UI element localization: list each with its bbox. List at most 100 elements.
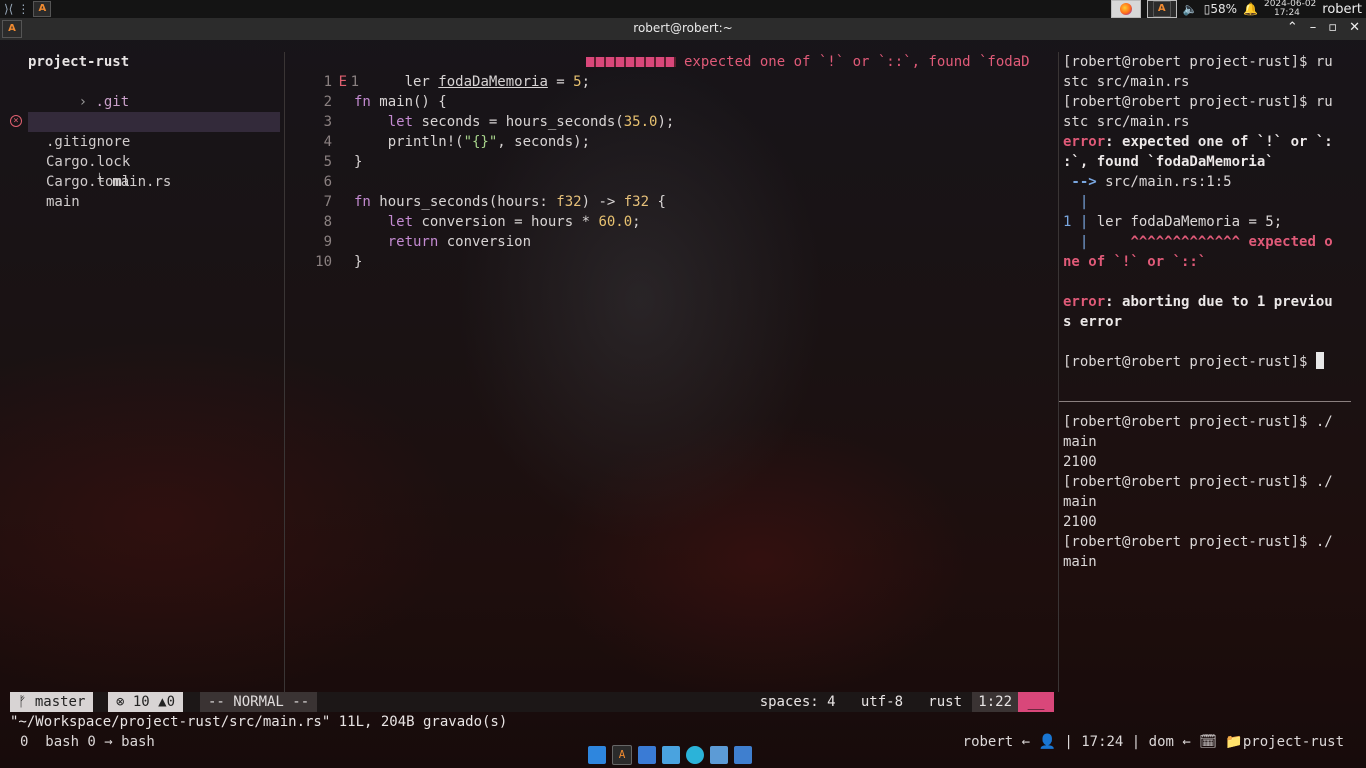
error-count: 10 bbox=[132, 694, 150, 710]
line-number: 3 bbox=[323, 114, 332, 130]
tmux-window-list[interactable]: 0 bash 0 → bash bbox=[20, 732, 155, 752]
desktop-icon[interactable] bbox=[588, 746, 606, 764]
split-divider[interactable] bbox=[1058, 52, 1059, 692]
code-line: 1 bbox=[288, 72, 1056, 92]
code-token: ; bbox=[632, 214, 641, 230]
file-info: spaces: 4 utf-8 rust bbox=[759, 694, 962, 710]
tree-item-label: Cargo.lock bbox=[46, 154, 131, 170]
code-token: seconds = hours_seconds( bbox=[413, 114, 624, 130]
terminal-line: :`, found `fodaDaMemoria` bbox=[1063, 154, 1274, 170]
user-name[interactable]: robert bbox=[1322, 2, 1362, 17]
code-token: "{}" bbox=[463, 134, 498, 150]
terminal-text: ^^^^^^^^^^^^^ expected o bbox=[1088, 234, 1333, 250]
line-number: 1 bbox=[323, 74, 332, 90]
code-line: 8 let conversion = hours * 60.0; bbox=[288, 212, 1056, 232]
tree-root[interactable]: project-rust bbox=[10, 52, 280, 72]
tree-item-src[interactable]: ⌄ src bbox=[10, 92, 280, 130]
terminal-text: : expected one of `!` or `: bbox=[1105, 134, 1333, 150]
terminal-line: 2100 bbox=[1063, 514, 1097, 530]
tree-item-main[interactable]: main bbox=[10, 192, 280, 212]
code-line: 7 fn hours_seconds(hours: f32) -> f32 { bbox=[288, 192, 1056, 212]
menu-dots-icon[interactable]: ⋮ bbox=[17, 2, 29, 16]
error-label: error bbox=[1063, 134, 1106, 150]
top-panel: ⟩⟨ ⋮ A A 🔈 ▯58% 🔔 2024-06-02 17:24 rober… bbox=[0, 0, 1366, 18]
shade-button[interactable]: ⌃ bbox=[1287, 20, 1298, 35]
close-button[interactable]: ✕ bbox=[1349, 20, 1360, 35]
code-line: 5} bbox=[288, 152, 1056, 172]
terminal-line: [robert@robert project-rust]$ ./ bbox=[1063, 534, 1333, 550]
launcher-icon[interactable]: ⟩⟨ bbox=[4, 2, 13, 16]
code-token: , seconds); bbox=[497, 134, 591, 150]
code-editor[interactable]: E 1 ler fodaDaMemoria = 5; expected one of… bbox=[288, 52, 1056, 272]
code-line: E 1 ler fodaDaMemoria = 5; expected one of… bbox=[288, 52, 1056, 90]
terminal-line: main bbox=[1063, 554, 1097, 570]
taskbar-terminal[interactable]: A bbox=[1146, 0, 1177, 18]
split-divider[interactable] bbox=[284, 52, 285, 692]
calculator-icon[interactable] bbox=[662, 746, 680, 764]
tree-item-label: .gitignore bbox=[46, 134, 131, 150]
terminal-cursor bbox=[1315, 352, 1324, 369]
diagnostic-marker bbox=[586, 57, 676, 67]
terminal-line: ne of `!` or `::` bbox=[1063, 254, 1207, 270]
terminal-pane-top[interactable]: [robert@robert project-rust]$ ru stc src… bbox=[1063, 52, 1359, 372]
terminal-line: error: aborting due to 1 previou bbox=[1063, 292, 1359, 312]
code-token: fn bbox=[354, 194, 371, 210]
diagnostic-message: expected one of `!` or `::`, found `foda… bbox=[684, 54, 1030, 70]
code-token: 60.0 bbox=[598, 214, 633, 230]
code-line: 4 println!("{}", seconds); bbox=[288, 132, 1056, 152]
document-icon[interactable] bbox=[638, 746, 656, 764]
tree-item-git[interactable]: › .git bbox=[10, 72, 280, 110]
alacritty-icon[interactable]: A bbox=[612, 745, 632, 765]
code-token: return bbox=[354, 234, 439, 250]
terminal-line: error: expected one of `!` or `: bbox=[1063, 132, 1359, 152]
taskbar-firefox[interactable] bbox=[1110, 0, 1141, 18]
terminal-prompt: [robert@robert project-rust]$ bbox=[1063, 352, 1359, 372]
tree-item-label: main bbox=[46, 194, 80, 210]
alacritty-icon[interactable]: A bbox=[33, 1, 52, 17]
tree-item-gitignore[interactable]: .gitignore bbox=[10, 132, 280, 152]
terminal-pane-bottom[interactable]: [robert@robert project-rust]$ ./ main 21… bbox=[1063, 412, 1359, 572]
maximize-button[interactable]: ▫ bbox=[1328, 20, 1337, 35]
code-token: conversion bbox=[438, 234, 532, 250]
terminal-line: [robert@robert project-rust]$ ./ bbox=[1063, 414, 1333, 430]
browser-icon[interactable] bbox=[686, 746, 704, 764]
error-icon: ⊗ bbox=[116, 694, 125, 710]
line-number: 4 bbox=[323, 134, 332, 150]
line-number: 10 bbox=[315, 254, 332, 270]
tree-item-main-rs[interactable]: × └ main.rs bbox=[10, 112, 280, 190]
search-icon[interactable] bbox=[710, 746, 728, 764]
terminal-line: 2100 bbox=[1063, 454, 1097, 470]
minimize-button[interactable]: – bbox=[1310, 20, 1317, 35]
terminal-text: | bbox=[1063, 234, 1089, 250]
terminal-text: : aborting due to 1 previou bbox=[1105, 294, 1333, 310]
code-token: let bbox=[354, 214, 414, 230]
git-branch: ᚠ master bbox=[10, 692, 94, 712]
terminal-text: --> bbox=[1063, 174, 1097, 190]
code-line: 3 let seconds = hours_seconds(35.0); bbox=[288, 112, 1056, 132]
terminal-line: | ^^^^^^^^^^^^^ expected o bbox=[1063, 232, 1359, 252]
dock: A bbox=[584, 744, 788, 766]
vim-command-line[interactable]: "~/Workspace/project-rust/src/main.rs" 1… bbox=[10, 712, 507, 732]
terminal-text: ler fodaDaMemoria = 5; bbox=[1088, 214, 1283, 230]
code-token: hours_seconds(hours: bbox=[370, 194, 557, 210]
battery-indicator[interactable]: ▯58% bbox=[1204, 2, 1237, 16]
notification-bell-icon[interactable]: 🔔 bbox=[1243, 2, 1258, 16]
tree-item-cargo-lock[interactable]: Cargo.lock bbox=[10, 152, 280, 172]
code-token: 35.0 bbox=[623, 114, 658, 130]
tree-item-cargo-toml[interactable]: Cargo.toml bbox=[10, 172, 280, 192]
terminal-line: 1 | ler fodaDaMemoria = 5; bbox=[1063, 212, 1359, 232]
code-token: fn bbox=[354, 94, 371, 110]
git-branch-label: master bbox=[26, 694, 86, 710]
tree-item-label: Cargo.toml bbox=[46, 174, 131, 190]
window-titlebar[interactable]: A robert@robert:~ ⌃ – ▫ ✕ bbox=[0, 18, 1366, 40]
clock[interactable]: 2024-06-02 17:24 bbox=[1264, 0, 1316, 18]
folder-icon[interactable] bbox=[734, 746, 752, 764]
line-number: 8 bbox=[323, 214, 332, 230]
warning-icon: ▲ bbox=[158, 694, 167, 710]
code-token: conversion = hours * bbox=[413, 214, 599, 230]
terminal-line: [robert@robert project-rust]$ ru bbox=[1063, 94, 1333, 110]
volume-icon[interactable]: 🔈 bbox=[1183, 2, 1198, 16]
pane-divider[interactable] bbox=[1059, 401, 1351, 402]
line-number: 9 bbox=[323, 234, 332, 250]
terminal-line: s error bbox=[1063, 314, 1123, 330]
